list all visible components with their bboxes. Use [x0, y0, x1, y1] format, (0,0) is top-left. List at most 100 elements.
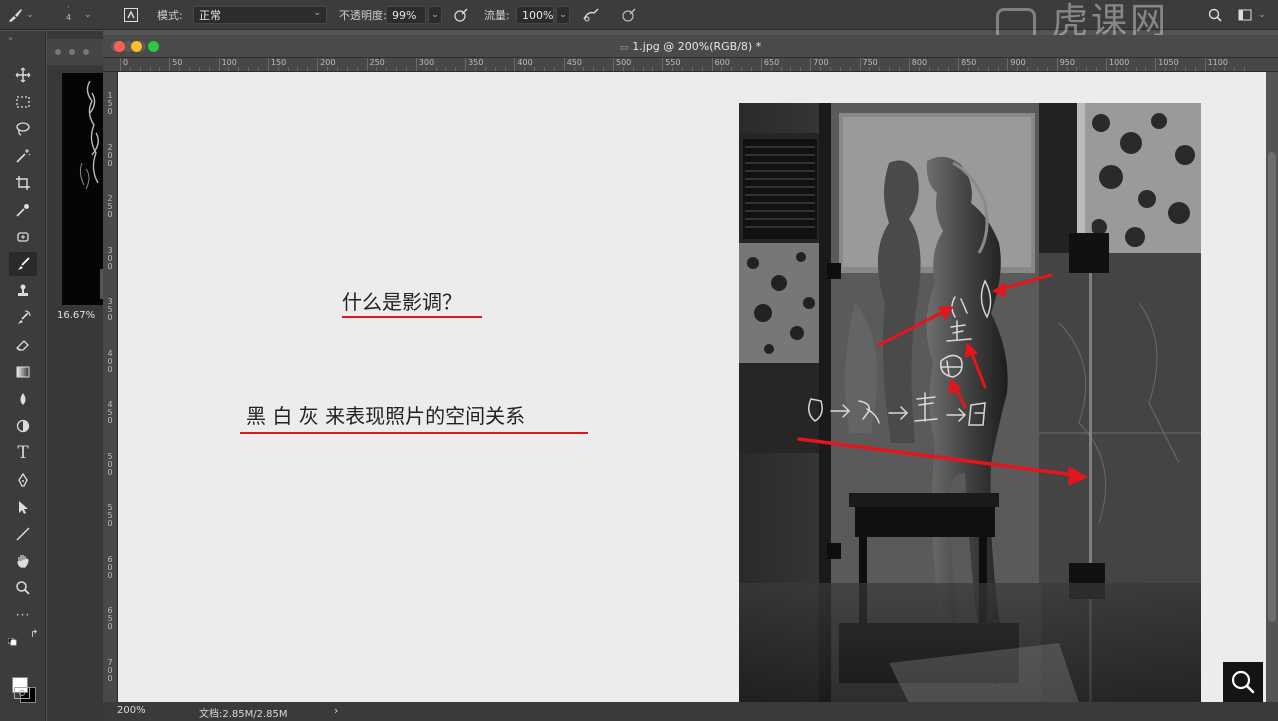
zoom-tool-icon[interactable]: [9, 576, 37, 600]
ruler-tick: [317, 58, 319, 71]
ruler-minor-tick: [474, 67, 476, 71]
ruler-minor-tick: [997, 67, 999, 71]
chevron-down-icon[interactable]: ⌄: [26, 0, 34, 30]
brush-size-indicator[interactable]: · 4: [66, 0, 71, 28]
flow-value: 100%: [522, 8, 554, 22]
brush-tool-icon[interactable]: [9, 252, 37, 276]
status-menu-arrow-icon[interactable]: ›: [334, 704, 338, 717]
ruler-tick: [859, 58, 861, 71]
ruler-minor-tick: [1135, 67, 1137, 71]
more-tools-icon[interactable]: ···: [9, 603, 37, 627]
brush-preset-icon[interactable]: [4, 4, 26, 26]
ruler-minor-tick: [967, 67, 969, 71]
ruler-minor-tick: [603, 67, 605, 71]
ruler-minor-tick: [1224, 67, 1226, 71]
ruler-label: 600: [714, 58, 730, 67]
mode-select[interactable]: 正常 ⌄: [193, 6, 327, 24]
scrollbar-thumb[interactable]: [1268, 152, 1276, 622]
ruler-label: 300: [418, 58, 435, 67]
ruler-label: 700: [107, 657, 113, 683]
magic-wand-tool-icon[interactable]: [9, 144, 37, 168]
opacity-pressure-icon[interactable]: [450, 4, 472, 26]
ruler-minor-tick: [751, 67, 753, 71]
quick-mask-icon[interactable]: [14, 687, 30, 699]
ruler-minor-tick: [277, 67, 279, 71]
ruler-label: 650: [107, 606, 113, 631]
ruler-minor-tick: [741, 67, 743, 71]
line-tool-icon[interactable]: [9, 522, 37, 546]
zoom-overlay-button[interactable]: [1223, 662, 1263, 702]
crop-tool-icon[interactable]: [9, 171, 37, 195]
workspace-icon[interactable]: [1234, 4, 1256, 26]
ruler-label: 550: [107, 503, 113, 528]
ruler-vertical[interactable]: 150 200 250 300 350 400 450 500 550 600 650 700: [103, 72, 118, 702]
ruler-minor-tick: [1244, 67, 1246, 71]
size-pressure-icon[interactable]: [618, 4, 640, 26]
blur-tool-icon[interactable]: [9, 387, 37, 411]
ruler-minor-tick: [1086, 67, 1088, 71]
opacity-input[interactable]: 99%: [386, 6, 426, 24]
ruler-minor-tick: [543, 67, 545, 71]
history-brush-tool-icon[interactable]: [9, 306, 37, 330]
dodge-tool-icon[interactable]: [9, 414, 37, 438]
ruler-minor-tick: [425, 67, 427, 71]
swap-colors-icon[interactable]: ↱: [30, 629, 38, 640]
ruler-tick: [613, 58, 614, 71]
ruler-label: 350: [468, 58, 484, 67]
airbrush-icon[interactable]: [580, 4, 602, 26]
document-canvas[interactable]: 什么是影调？ 黑 白 灰 来表现照片的空间关系: [118, 72, 1266, 702]
path-selection-tool-icon[interactable]: [9, 495, 37, 519]
ruler-minor-tick: [642, 67, 644, 71]
vertical-scrollbar[interactable]: [1266, 72, 1278, 702]
ruler-minor-tick: [1036, 67, 1038, 71]
opacity-label: 不透明度:: [339, 9, 387, 22]
ruler-minor-tick: [445, 67, 447, 71]
flow-chevron-icon[interactable]: ⌄: [556, 6, 570, 24]
ruler-tick: [1155, 58, 1157, 71]
ruler-tick: [908, 58, 910, 71]
ruler-minor-tick: [869, 67, 871, 71]
flow-input[interactable]: 100%: [516, 6, 554, 24]
opacity-chevron-icon[interactable]: ⌄: [428, 6, 442, 24]
ruler-horizontal[interactable]: 0 50 100 150 200 250 300 350 400 450 500 550 600 650 7…: [103, 58, 1278, 72]
tools-panel: » T ··· ↱: [0, 31, 46, 721]
marquee-tool-icon[interactable]: [9, 90, 37, 114]
document-tab-bar: ▭ 1.jpg @ 200%(RGB/8) *: [103, 35, 1278, 58]
default-colors-icon[interactable]: [7, 631, 18, 646]
ruler-minor-tick: [1234, 67, 1236, 71]
ruler-minor-tick: [179, 67, 181, 71]
navigator-zoom-value[interactable]: 16.67%: [57, 310, 95, 321]
clone-stamp-tool-icon[interactable]: [9, 279, 37, 303]
lasso-tool-icon[interactable]: [9, 117, 37, 141]
ruler-minor-tick: [731, 67, 733, 71]
search-icon[interactable]: [1204, 4, 1226, 26]
ruler-minor-tick: [504, 67, 506, 71]
ruler-label: 500: [616, 58, 632, 67]
ruler-minor-tick: [484, 67, 486, 71]
status-zoom[interactable]: 200%: [117, 705, 146, 716]
ruler-tick: [169, 58, 171, 71]
ruler-tick: [120, 58, 121, 71]
document-title: ▭ 1.jpg @ 200%(RGB/8) *: [103, 35, 1278, 58]
gradient-tool-icon[interactable]: [9, 360, 37, 384]
move-tool-icon[interactable]: [9, 63, 37, 87]
mode-chevron-icon: ⌄: [313, 8, 321, 18]
brush-settings-panel-icon[interactable]: [120, 4, 142, 26]
healing-brush-tool-icon[interactable]: [9, 225, 37, 249]
brush-size-chevron-icon[interactable]: ⌄: [84, 0, 92, 30]
eraser-tool-icon[interactable]: [9, 333, 37, 357]
ruler-minor-tick: [287, 67, 289, 71]
ruler-minor-tick: [435, 67, 437, 71]
eyedropper-tool-icon[interactable]: [9, 198, 37, 222]
ruler-minor-tick: [800, 67, 802, 71]
mode-value: 正常: [199, 9, 221, 22]
navigator-tabstrip[interactable]: [47, 39, 103, 65]
workspace-chevron-icon[interactable]: ⌄: [1258, 0, 1266, 30]
ruler-label: 350: [107, 297, 113, 322]
slide-question: 什么是影调？: [342, 290, 462, 314]
pen-tool-icon[interactable]: [9, 468, 37, 492]
type-tool-icon[interactable]: T: [9, 441, 37, 465]
panel-collapse-icon[interactable]: »: [8, 34, 13, 43]
navigator-thumbnail[interactable]: [62, 73, 103, 305]
hand-tool-icon[interactable]: [9, 549, 37, 573]
